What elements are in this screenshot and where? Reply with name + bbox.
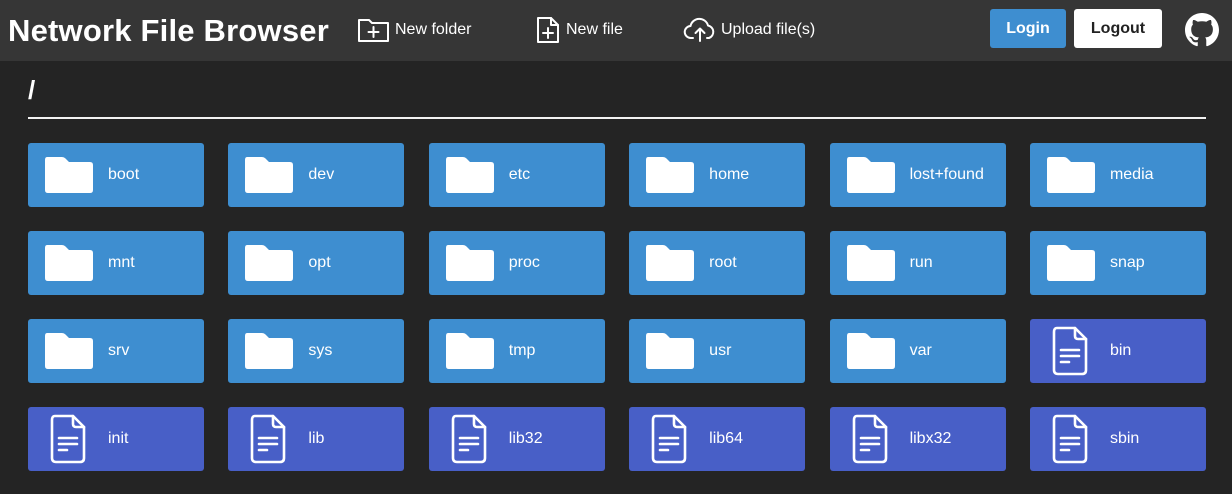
folder-name: dev	[308, 166, 335, 183]
folder-name: root	[709, 254, 737, 271]
folder-icon	[44, 143, 94, 207]
file-tile[interactable]: bin	[1029, 319, 1206, 383]
file-tile[interactable]: lib	[228, 407, 405, 471]
folder-tile[interactable]: proc	[428, 231, 605, 295]
folder-icon	[445, 143, 495, 207]
folder-tile[interactable]: media	[1029, 143, 1206, 207]
file-name: libx32	[909, 430, 952, 447]
folder-icon	[445, 319, 495, 383]
new-folder-label: New folder	[395, 21, 472, 38]
folder-tile[interactable]: dev	[228, 143, 405, 207]
file-plus-icon	[534, 16, 562, 44]
folder-icon	[846, 231, 896, 295]
file-name: sbin	[1109, 430, 1140, 447]
new-file-button[interactable]: New file	[534, 14, 623, 46]
folder-name: home	[709, 166, 750, 183]
file-icon	[1050, 407, 1090, 471]
folder-icon	[645, 231, 695, 295]
folder-tile[interactable]: boot	[28, 143, 204, 207]
folder-name: mnt	[108, 254, 135, 271]
folder-icon	[1046, 143, 1096, 207]
folder-name: proc	[508, 254, 540, 271]
folder-tile[interactable]: root	[629, 231, 806, 295]
folder-name: opt	[308, 254, 331, 271]
folder-icon	[244, 143, 294, 207]
new-file-label: New file	[566, 21, 623, 38]
file-name: init	[108, 430, 129, 447]
file-tile[interactable]: init	[28, 407, 204, 471]
folder-name: usr	[709, 342, 732, 359]
upload-files-label: Upload file(s)	[721, 21, 816, 38]
file-name: lib64	[709, 430, 743, 447]
file-name: lib	[308, 430, 325, 447]
folder-tile[interactable]: tmp	[428, 319, 605, 383]
folder-tile[interactable]: usr	[629, 319, 806, 383]
folder-tile[interactable]: home	[629, 143, 806, 207]
folder-tile[interactable]: etc	[428, 143, 605, 207]
folder-tile[interactable]: srv	[28, 319, 204, 383]
file-tile[interactable]: lib32	[428, 407, 605, 471]
new-folder-button[interactable]: New folder	[357, 14, 471, 46]
folder-name: tmp	[508, 342, 536, 359]
folder-name: sys	[308, 342, 333, 359]
folder-icon	[244, 231, 294, 295]
cloud-upload-icon	[683, 17, 717, 43]
folder-tile[interactable]: opt	[228, 231, 405, 295]
file-icon	[1050, 319, 1090, 383]
file-icon	[248, 407, 288, 471]
folder-name: var	[909, 342, 932, 359]
folder-plus-icon	[357, 17, 391, 43]
folder-name: srv	[108, 342, 130, 359]
file-icon	[649, 407, 689, 471]
file-grid: boot dev etc home lost+found media mnt opt proc r…	[28, 143, 1206, 471]
app-title[interactable]: Network File Browser	[8, 12, 329, 50]
folder-icon	[846, 143, 896, 207]
navbar: Network File Browser New folder New file	[0, 0, 1232, 61]
folder-icon	[1046, 231, 1096, 295]
folder-icon	[645, 143, 695, 207]
file-icon	[48, 407, 88, 471]
folder-icon	[445, 231, 495, 295]
file-icon	[850, 407, 890, 471]
folder-name: media	[1109, 166, 1154, 183]
file-name: lib32	[508, 430, 543, 447]
path-divider	[28, 117, 1206, 119]
folder-tile[interactable]: sys	[228, 319, 405, 383]
folder-icon	[44, 231, 94, 295]
upload-files-button[interactable]: Upload file(s)	[683, 14, 815, 46]
folder-name: lost+found	[909, 166, 984, 183]
logout-button[interactable]: Logout	[1074, 9, 1162, 48]
folder-name: etc	[508, 166, 531, 183]
file-tile[interactable]: sbin	[1029, 407, 1206, 471]
login-button[interactable]: Login	[990, 9, 1066, 48]
folder-icon	[244, 319, 294, 383]
folder-name: snap	[1109, 254, 1145, 271]
folder-tile[interactable]: run	[829, 231, 1006, 295]
folder-icon	[846, 319, 896, 383]
folder-tile[interactable]: snap	[1029, 231, 1206, 295]
folder-icon	[645, 319, 695, 383]
file-tile[interactable]: lib64	[629, 407, 806, 471]
current-path: /	[28, 75, 36, 105]
folder-tile[interactable]: mnt	[28, 231, 204, 295]
folder-icon	[44, 319, 94, 383]
github-icon[interactable]	[1185, 13, 1219, 47]
folder-name: run	[909, 254, 933, 271]
file-tile[interactable]: libx32	[829, 407, 1006, 471]
file-name: bin	[1109, 342, 1132, 359]
folder-name: boot	[108, 166, 140, 183]
folder-tile[interactable]: var	[829, 319, 1006, 383]
file-icon	[449, 407, 489, 471]
folder-tile[interactable]: lost+found	[829, 143, 1006, 207]
